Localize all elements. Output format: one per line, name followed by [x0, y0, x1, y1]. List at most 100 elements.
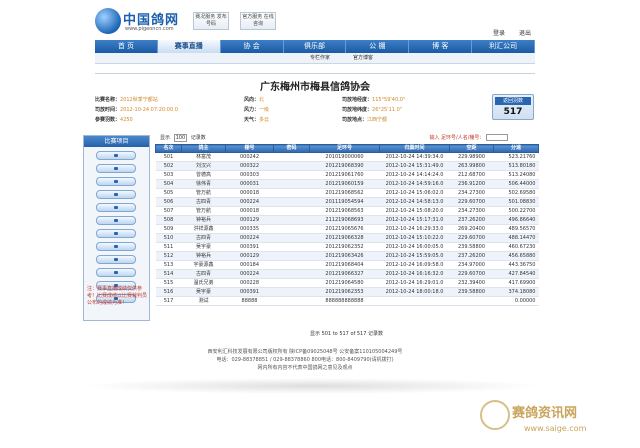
table-cell: 201219066327 — [309, 269, 380, 279]
search-input[interactable] — [486, 134, 508, 141]
sidebar-title: 比赛项目 — [84, 136, 149, 147]
table-cell: 2012-10-24 15:31:49.0 — [379, 161, 450, 171]
nav-home[interactable]: 首 页 — [95, 40, 158, 53]
table-cell: 201219062353 — [309, 287, 380, 297]
table-cell: 374.18080 — [493, 287, 539, 297]
service-badge-1[interactable]: 赛况服务 发布号码 — [193, 12, 229, 30]
table-cell: 曾德高 — [181, 170, 226, 180]
nav-company[interactable]: 利汇公司 — [472, 40, 536, 53]
table-row[interactable]: 502 刘汉兴 000322 201219068390 2012-10-24 15:31… — [155, 161, 539, 171]
table-cell: 269.20400 — [449, 224, 494, 234]
pigeon-logo-icon — [480, 400, 510, 430]
table-cell — [273, 206, 310, 216]
table-cell: 000391 — [225, 242, 274, 252]
table-cell: 2012-10-24 14:59:16.0 — [379, 179, 450, 189]
table-cell: 000129 — [225, 215, 274, 225]
watermark-url: www.saige.com — [524, 424, 587, 433]
race-item-button[interactable] — [96, 216, 136, 225]
table-cell: 000335 — [225, 224, 274, 234]
subnav-columnists[interactable]: 专栏作家 — [310, 53, 330, 64]
table-row[interactable]: 504 徐伟青 000031 201219060159 2012-10-24 14:59… — [155, 179, 539, 189]
info-release-location: 司放地点：江西宁都 — [342, 117, 388, 123]
table-cell: 古四青 — [181, 197, 226, 207]
table-row[interactable]: 506 古四青 000224 201119054594 2012-10-24 14:58… — [155, 197, 539, 207]
table-cell: 237.26200 — [449, 251, 494, 261]
column-header[interactable]: 空距 — [449, 144, 494, 153]
table-cell: 211219068693 — [309, 215, 380, 225]
table-cell: 宇豪源鑫 — [181, 260, 226, 270]
column-header[interactable]: 足环号 — [309, 144, 380, 153]
race-item-button[interactable] — [96, 229, 136, 238]
race-item-button[interactable] — [96, 190, 136, 199]
table-cell — [273, 260, 310, 270]
table-cell: 2012-10-24 15:59:05.0 — [379, 251, 450, 261]
nav-loft[interactable]: 公 棚 — [346, 40, 410, 53]
race-item-button[interactable] — [96, 177, 136, 186]
table-row[interactable]: 509 洪祥源鑫 000335 201219065676 2012-10-24 16:2… — [155, 224, 539, 234]
table-row[interactable]: 510 古四青 000224 201219066328 2012-10-24 15:10… — [155, 233, 539, 243]
table-cell: 512 — [155, 251, 182, 261]
table-row[interactable]: 507 管万航 000018 201219068563 2012-10-24 15:08… — [155, 206, 539, 216]
table-cell: 000018 — [225, 188, 274, 198]
column-header[interactable]: 密码 — [273, 144, 310, 153]
search-area: 输入 足环号/人名/棚号： — [429, 134, 508, 141]
table-cell: 236.91200 — [449, 179, 494, 189]
race-item-button[interactable] — [96, 268, 136, 277]
table-cell: 2012-10-24 14:58:13.0 — [379, 197, 450, 207]
return-count: 517 — [503, 107, 523, 117]
table-row[interactable]: 516 吴宇豪 000391 201219062353 2012-10-24 18:00… — [155, 287, 539, 297]
page-shadow — [83, 378, 543, 394]
nav-club[interactable]: 俱乐部 — [284, 40, 347, 53]
table-cell: 504 — [155, 179, 182, 189]
table-cell: 489.56570 — [493, 224, 539, 234]
column-header[interactable]: 鸽主 — [181, 144, 226, 153]
table-row[interactable]: 505 管万航 000018 201219068562 2012-10-24 15:06… — [155, 188, 539, 198]
table-cell — [449, 296, 494, 306]
table-cell: 201019000060 — [309, 152, 380, 162]
table-cell: 0.00000 — [493, 296, 539, 306]
table-row[interactable]: 512 钟裕兵 000129 201219063426 2012-10-24 15:59… — [155, 251, 539, 261]
main-nav: 首 页 赛事直播 协 会 俱乐部 公 棚 博 客 利汇公司 — [95, 40, 536, 53]
race-item-button[interactable] — [96, 151, 136, 160]
table-cell — [273, 224, 310, 234]
table-cell: 000322 — [225, 161, 274, 171]
table-cell — [273, 197, 310, 207]
nav-live[interactable]: 赛事直播 — [157, 40, 221, 53]
table-cell: 2012-10-24 16:00:05.0 — [379, 242, 450, 252]
service-badge-2[interactable]: 官方服务 在线咨询 — [240, 12, 276, 30]
table-row[interactable]: 517 测试 88888 888888888888 0.00000 — [155, 296, 539, 306]
table-cell: 000242 — [225, 152, 274, 162]
table-cell — [273, 251, 310, 261]
table-controls: 显示 100 记录数 输入 足环号/人名/棚号： — [160, 134, 538, 144]
nav-blog[interactable]: 博 客 — [409, 40, 473, 53]
club-title: 广东梅州市梅县信鸽协会 — [260, 82, 370, 93]
table-row[interactable]: 515 温氏兄弟 000228 201219064580 2012-10-24 16:2… — [155, 278, 539, 288]
column-header[interactable]: 棚号 — [225, 144, 274, 153]
column-header[interactable]: 分速 — [493, 144, 539, 153]
results-table: 名次 鸽主 棚号 密码 足环号 归巢时间 空距 分速 501 林富茂 000242 20101900… — [155, 144, 539, 306]
subnav-official-blog[interactable]: 官方博客 — [353, 53, 373, 64]
race-item-button[interactable] — [96, 255, 136, 264]
site-url: www.pigeoncn.com — [125, 26, 174, 32]
logout-link[interactable]: 退出 — [519, 30, 531, 37]
table-cell: 501.08830 — [493, 197, 539, 207]
table-row[interactable]: 503 曾德高 000303 201219061760 2012-10-24 14:14… — [155, 170, 539, 180]
site-logo[interactable]: 中国鸽网 www.pigeoncn.com — [95, 6, 205, 38]
column-header[interactable]: 归巢时间 — [379, 144, 450, 153]
login-link[interactable]: 登录 — [493, 30, 505, 37]
race-item-button[interactable] — [96, 203, 136, 212]
table-row[interactable]: 508 钟裕兵 000129 211219068693 2012-10-24 15:17… — [155, 215, 539, 225]
column-header[interactable]: 名次 — [155, 144, 182, 153]
nav-association[interactable]: 协 会 — [221, 40, 284, 53]
page-size-select[interactable]: 100 — [173, 134, 188, 142]
race-item-button[interactable] — [96, 242, 136, 251]
race-item-button[interactable] — [96, 164, 136, 173]
table-cell: 443.36750 — [493, 260, 539, 270]
table-row[interactable]: 511 吴宇豪 000391 201219062352 2012-10-24 16:00… — [155, 242, 539, 252]
table-row[interactable]: 514 古四青 000224 201219066327 2012-10-24 16:16… — [155, 269, 539, 279]
table-row[interactable]: 501 林富茂 000242 201019000060 2012-10-24 14:39… — [155, 152, 539, 162]
info-race-name: 比赛名称：2012秋季宁都站 — [95, 97, 158, 103]
table-row[interactable]: 513 宇豪源鑫 000184 201219068404 2012-10-24 16:0… — [155, 260, 539, 270]
table-cell: 229.98900 — [449, 152, 494, 162]
race-items-sidebar: 比赛项目 注：赛事直播成绩仅供参考！比赛成绩以比赛裁判员公布的成绩为准！ — [83, 135, 150, 321]
